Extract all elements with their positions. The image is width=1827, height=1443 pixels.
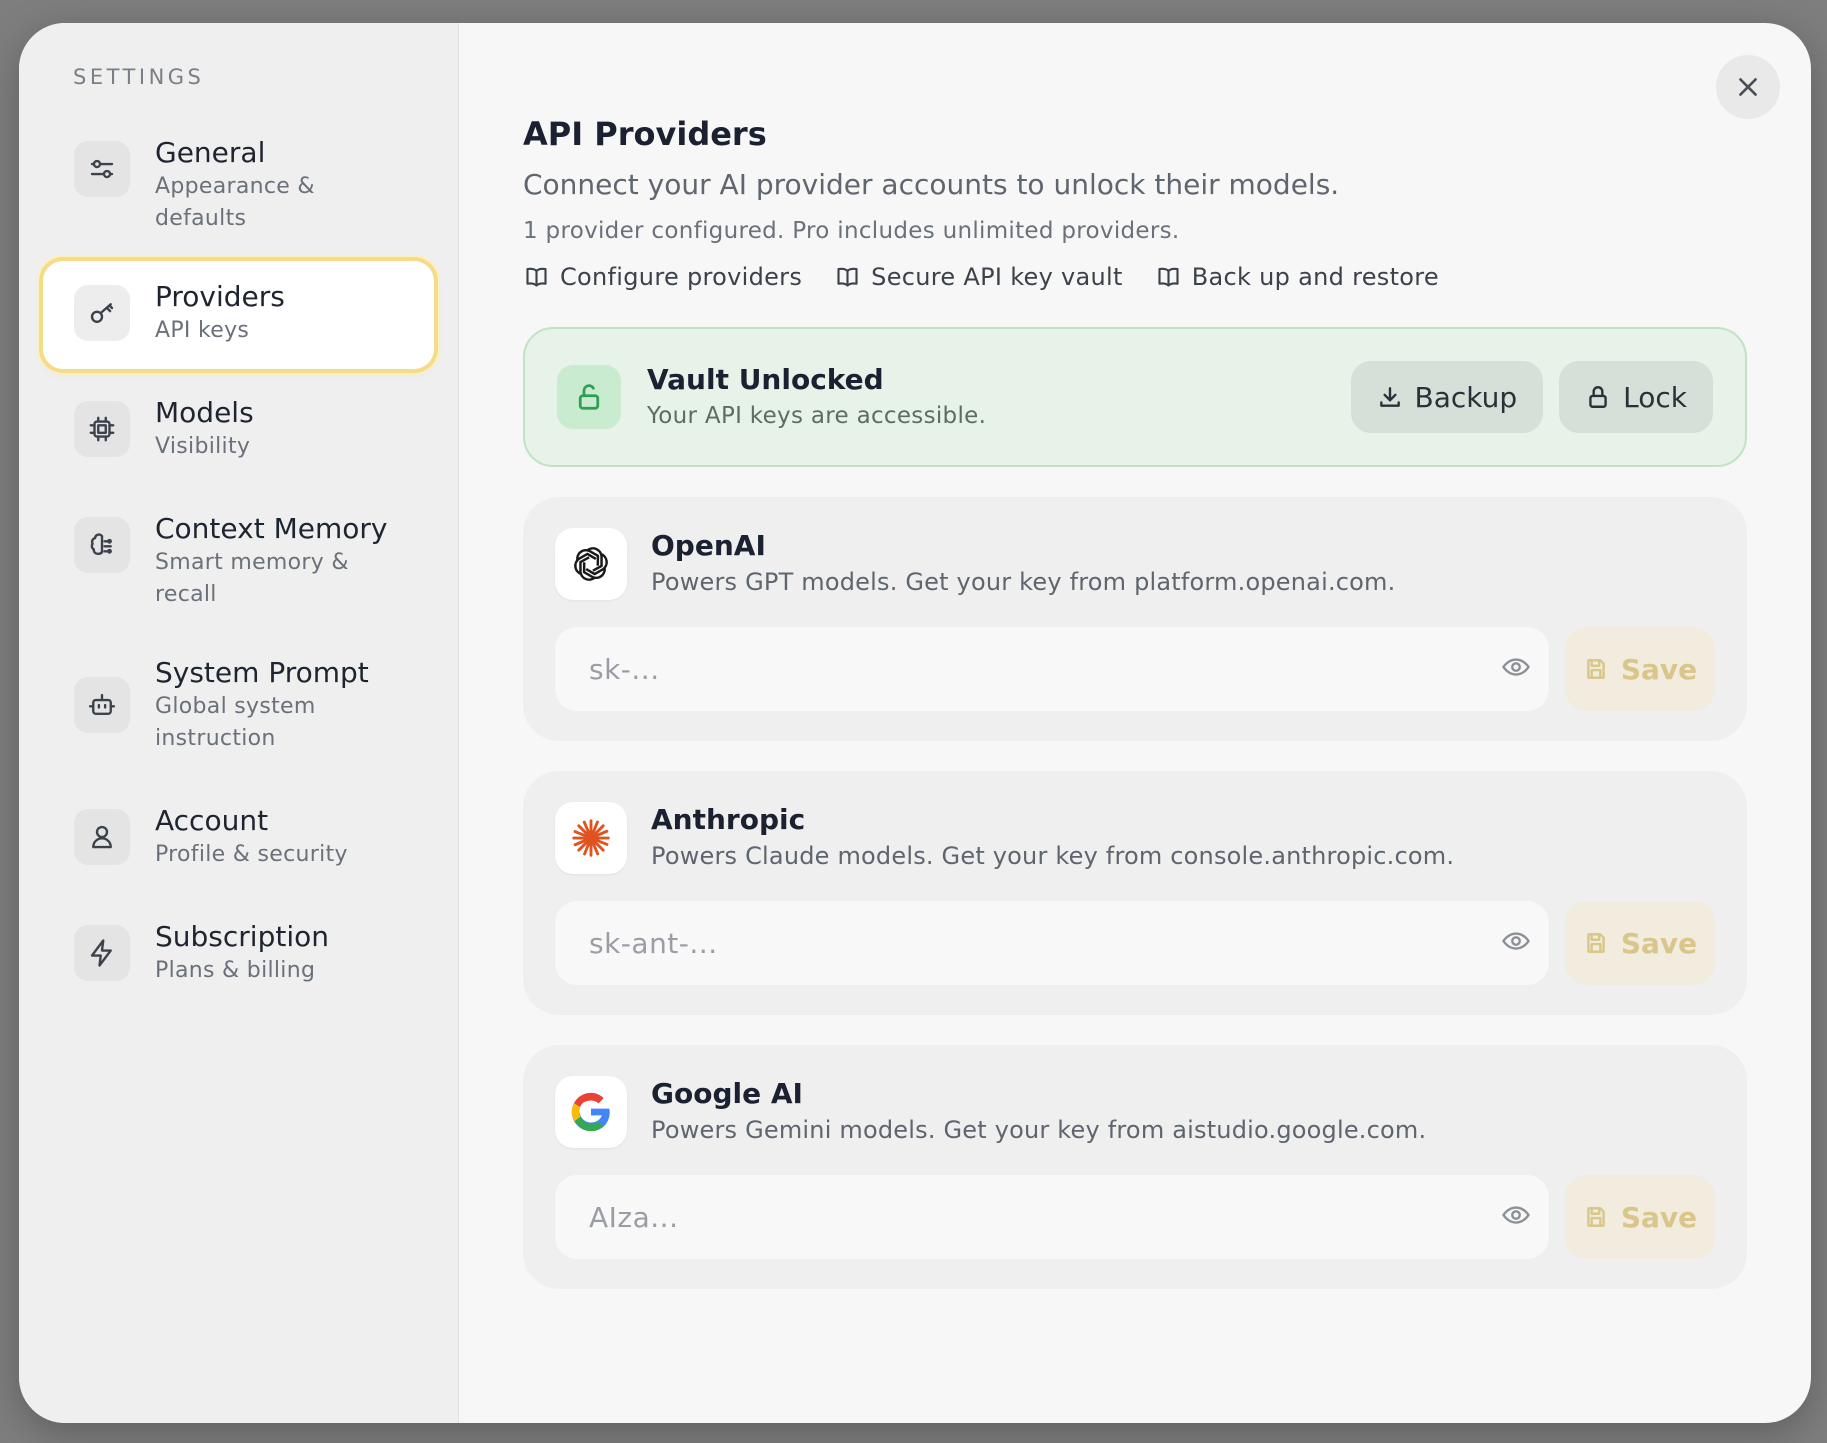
sidebar-item-label: Subscription xyxy=(155,920,329,953)
eye-icon[interactable] xyxy=(1501,926,1531,960)
vault-status-card: Vault Unlocked Your API keys are accessi… xyxy=(523,327,1747,467)
settings-sidebar: SETTINGS General Appearance & defaults P… xyxy=(19,23,459,1423)
close-icon xyxy=(1739,78,1757,96)
doc-links: Configure providers Secure API key vault… xyxy=(523,257,1747,297)
sidebar-item-sub: Profile & security xyxy=(155,842,348,867)
sidebar-item-sub: Visibility xyxy=(155,434,251,459)
lightning-icon xyxy=(74,925,130,981)
save-label: Save xyxy=(1620,652,1698,686)
save-label: Save xyxy=(1620,926,1698,960)
doc-link-label: Back up and restore xyxy=(1191,263,1439,291)
book-icon xyxy=(837,267,858,286)
doc-link-label: Secure API key vault xyxy=(871,263,1123,291)
doc-link-label: Configure providers xyxy=(560,263,803,291)
provider-name: OpenAI xyxy=(651,529,766,562)
openai-logo-icon xyxy=(555,528,627,600)
sidebar-item-sub: Global system instruction xyxy=(155,694,316,751)
save-icon xyxy=(1587,659,1605,679)
providers-panel: API Providers Connect your AI provider a… xyxy=(459,23,1811,1423)
sidebar-item-models[interactable]: Models Visibility xyxy=(43,377,434,485)
provider-name: Google AI xyxy=(651,1077,803,1110)
sidebar-item-label: System Prompt xyxy=(155,656,369,689)
key-placeholder: sk-... xyxy=(589,652,660,686)
key-placeholder: AIza... xyxy=(589,1200,679,1234)
lock-label: Lock xyxy=(1623,380,1687,414)
user-icon xyxy=(74,809,130,865)
sidebar-item-label: Providers xyxy=(155,280,285,313)
vault-title: Vault Unlocked xyxy=(647,363,884,396)
doc-link-configure-providers[interactable]: Configure providers xyxy=(523,263,802,291)
sidebar-item-label: Models xyxy=(155,396,254,429)
google-save-button[interactable]: Save xyxy=(1565,1175,1715,1259)
openai-key-input[interactable]: sk-... xyxy=(555,627,1549,711)
sidebar-item-account[interactable]: Account Profile & security xyxy=(43,785,434,893)
sidebar-item-label: General xyxy=(155,136,266,169)
book-icon xyxy=(526,267,547,286)
sidebar-item-context-memory[interactable]: Context Memory Smart memory & recall xyxy=(43,493,434,629)
sidebar-item-system-prompt[interactable]: System Prompt Global system instruction xyxy=(43,637,434,777)
sidebar-item-label: Account xyxy=(155,804,269,837)
anthropic-save-button[interactable]: Save xyxy=(1565,901,1715,985)
sidebar-item-general[interactable]: General Appearance & defaults xyxy=(43,117,434,253)
backup-button[interactable]: Backup xyxy=(1350,361,1544,433)
sidebar-item-sub: API keys xyxy=(155,318,250,343)
lock-button[interactable]: Lock xyxy=(1559,361,1713,433)
page-description: Connect your AI provider accounts to unl… xyxy=(523,168,1340,201)
anthropic-logo-icon xyxy=(555,802,627,874)
provider-description: Powers Claude models. Get your key from … xyxy=(651,842,1455,870)
sliders-icon xyxy=(74,141,130,197)
doc-link-secure-vault[interactable]: Secure API key vault xyxy=(834,263,1123,291)
save-icon xyxy=(1587,933,1605,953)
provider-card-google: Google AI Powers Gemini models. Get your… xyxy=(523,1045,1747,1289)
sidebar-item-subscription[interactable]: Subscription Plans & billing xyxy=(43,901,434,1009)
sidebar-item-providers[interactable]: Providers API keys xyxy=(43,261,434,369)
settings-modal: SETTINGS General Appearance & defaults P… xyxy=(19,23,1811,1423)
save-label: Save xyxy=(1620,1200,1698,1234)
page-title: API Providers xyxy=(523,115,767,153)
eye-icon[interactable] xyxy=(1501,652,1531,686)
close-button[interactable] xyxy=(1716,55,1780,119)
eye-icon[interactable] xyxy=(1501,1200,1531,1234)
google-logo-icon xyxy=(555,1076,627,1148)
sidebar-title: SETTINGS xyxy=(73,65,205,89)
provider-description: Powers GPT models. Get your key from pla… xyxy=(651,568,1396,596)
provider-card-openai: OpenAI Powers GPT models. Get your key f… xyxy=(523,497,1747,741)
provider-card-anthropic: Anthropic Powers Claude models. Get your… xyxy=(523,771,1747,1015)
brain-icon xyxy=(74,517,130,573)
provider-count-note: 1 provider configured. Pro includes unli… xyxy=(523,218,1180,244)
anthropic-key-input[interactable]: sk-ant-... xyxy=(555,901,1549,985)
unlock-icon xyxy=(557,365,621,429)
sidebar-item-sub: Plans & billing xyxy=(155,958,316,983)
google-key-input[interactable]: AIza... xyxy=(555,1175,1549,1259)
lock-icon xyxy=(1589,386,1607,408)
openai-save-button[interactable]: Save xyxy=(1565,627,1715,711)
save-icon xyxy=(1587,1207,1605,1227)
key-placeholder: sk-ant-... xyxy=(589,926,718,960)
vault-subtitle: Your API keys are accessible. xyxy=(647,403,987,429)
doc-link-backup-restore[interactable]: Back up and restore xyxy=(1155,263,1439,291)
bot-icon xyxy=(74,677,130,733)
provider-name: Anthropic xyxy=(651,803,806,836)
download-icon xyxy=(1379,387,1400,407)
book-icon xyxy=(1158,267,1179,286)
provider-description: Powers Gemini models. Get your key from … xyxy=(651,1116,1427,1144)
backup-label: Backup xyxy=(1414,380,1518,414)
sidebar-item-sub: Smart memory & recall xyxy=(155,550,349,607)
key-icon xyxy=(74,285,130,341)
sidebar-item-sub: Appearance & defaults xyxy=(155,174,315,231)
cpu-chip-icon xyxy=(74,401,130,457)
sidebar-item-label: Context Memory xyxy=(155,512,388,545)
